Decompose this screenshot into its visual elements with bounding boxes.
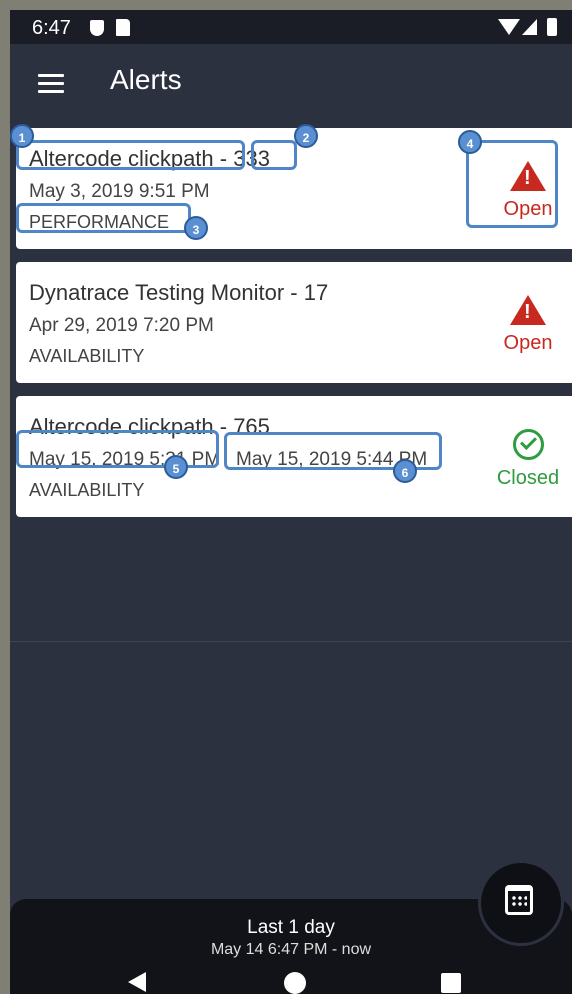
page-title: Alerts — [110, 64, 182, 95]
battery-icon — [547, 18, 557, 36]
calendar-icon — [505, 885, 533, 915]
annotation-badge: 2 — [294, 124, 318, 148]
hamburger-menu-icon[interactable] — [38, 74, 64, 94]
annotation-box — [16, 203, 191, 233]
annotation-badge: 1 — [10, 124, 34, 148]
alert-category: AVAILABILITY — [29, 346, 145, 366]
alert-date: Apr 29, 2019 7:20 PM — [29, 315, 214, 336]
back-icon[interactable] — [128, 972, 146, 992]
calendar-button[interactable] — [478, 860, 564, 946]
annotation-badge: 6 — [393, 459, 417, 483]
shield-icon — [90, 20, 104, 36]
alert-status: Closed — [482, 429, 572, 490]
home-icon[interactable] — [284, 972, 306, 994]
list-divider — [10, 641, 572, 642]
alert-card[interactable]: Dynatrace Testing Monitor - 17 Apr 29, 2… — [16, 262, 572, 383]
warning-icon — [510, 295, 546, 325]
time-range-subtitle: May 14 6:47 PM - now — [210, 941, 372, 958]
annotation-badge: 5 — [164, 455, 188, 479]
sd-card-icon — [116, 19, 130, 36]
check-circle-icon — [512, 429, 544, 460]
status-time: 6:47 — [32, 17, 71, 39]
app-bar: Alerts — [10, 44, 572, 126]
signal-icon — [522, 19, 537, 35]
alert-date: May 3, 2019 9:51 PM — [29, 181, 210, 202]
alert-category: AVAILABILITY — [29, 480, 145, 500]
alert-status: Open — [482, 295, 572, 355]
annotation-box — [16, 140, 245, 170]
annotation-box — [251, 140, 297, 170]
alert-status-label: Closed — [496, 467, 560, 489]
status-bar: 6:47 — [10, 10, 572, 44]
annotation-badge: 4 — [458, 130, 482, 154]
annotation-badge: 3 — [184, 216, 208, 240]
phone-screen: 6:47 Alerts Altercode clickpath - 333 Ma… — [10, 10, 572, 994]
alert-status-label: Open — [503, 332, 553, 354]
alert-title: Dynatrace Testing Monitor - 17 — [29, 280, 329, 305]
annotation-box — [16, 430, 219, 468]
recents-icon[interactable] — [441, 973, 461, 993]
wifi-icon — [498, 19, 520, 35]
annotation-box — [466, 140, 558, 228]
